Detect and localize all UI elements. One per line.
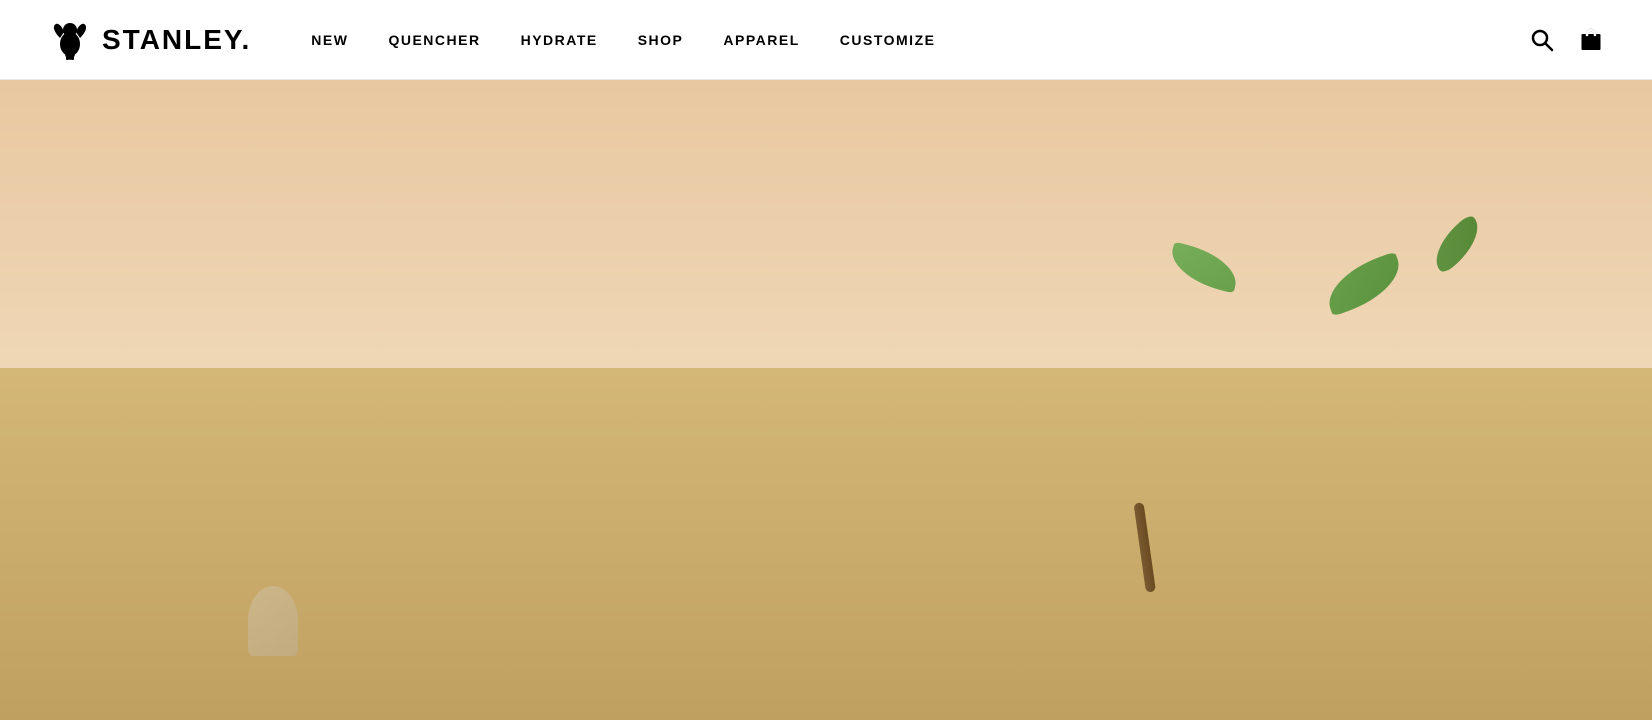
search-button[interactable] [1530, 28, 1554, 52]
nav-item-apparel[interactable]: APPAREL [723, 32, 799, 48]
right-images: 🎨 [1332, 80, 1652, 720]
cart-icon [1578, 27, 1604, 53]
page-content: JOIN US AFFILIATE PROGRAM Drive traffic … [0, 80, 1652, 720]
main-nav: NEW QUENCHER HYDRATE SHOP APPAREL CUSTOM… [311, 32, 1530, 48]
header-actions [1530, 27, 1604, 53]
search-icon [1530, 28, 1554, 52]
nav-item-shop[interactable]: SHOP [638, 32, 684, 48]
logo-wordmark: STANLEY. [102, 24, 251, 56]
nav-item-new[interactable]: NEW [311, 32, 348, 48]
stanley-logo[interactable]: STANLEY. [48, 18, 251, 62]
nav-item-hydrate[interactable]: HYDRATE [521, 32, 598, 48]
beach-image [1332, 447, 1636, 704]
nav-item-customize[interactable]: CUSTOMIZE [840, 32, 936, 48]
cart-button[interactable] [1578, 27, 1604, 53]
stanley-logo-icon [48, 18, 92, 62]
nav-item-quencher[interactable]: QUENCHER [388, 32, 480, 48]
